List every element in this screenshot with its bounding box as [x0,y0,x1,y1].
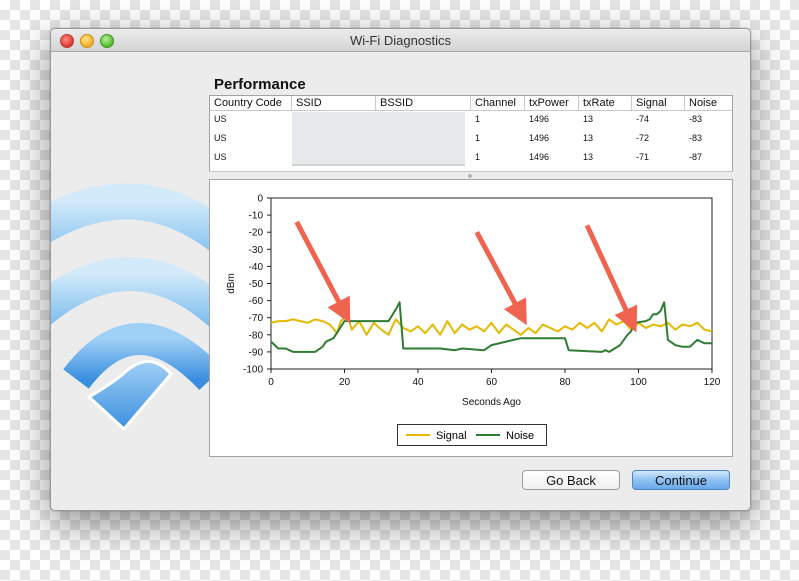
cell-noise: -83 [689,114,703,124]
y-tick-label: -100 [243,365,263,376]
cell-country: US [214,133,227,143]
cell-txrate: 13 [583,114,594,124]
x-axis-label: Seconds Ago [462,397,521,408]
wifi-icon [51,183,211,432]
table-header: Country Code SSID BSSID Channel txPower … [210,96,732,111]
y-tick-label: -80 [249,330,264,341]
column-signal[interactable]: Signal [632,96,685,110]
y-tick-label: -40 [249,262,264,273]
performance-table: Country Code SSID BSSID Channel txPower … [209,95,733,181]
chart-legend: Signal Noise [397,424,547,446]
x-tick-label: 80 [559,377,571,388]
redacted-ssid-bssid [292,112,465,166]
annotation-arrow-2 [474,231,527,326]
cell-signal: -74 [636,114,650,124]
x-tick-label: 60 [486,377,498,388]
y-tick-label: -30 [249,245,264,256]
cell-signal: -72 [636,133,650,143]
y-tick-label: -50 [249,279,264,290]
cell-txpower: 1496 [529,152,550,162]
cell-txrate: 13 [583,133,594,143]
plot-frame [270,197,713,370]
x-tick-label: 20 [339,377,351,388]
cell-txpower: 1496 [529,133,550,143]
y-axis-label: dBm [226,273,237,294]
column-bssid[interactable]: BSSID [376,96,471,110]
go-back-button[interactable]: Go Back [522,470,620,490]
cell-channel: 1 [475,133,481,143]
y-tick-label: -70 [249,313,264,324]
annotation-arrow-1 [294,220,351,324]
cell-noise: -83 [689,133,703,143]
cell-noise: -87 [689,152,703,162]
annotation-arrow-3 [584,224,638,333]
x-tick-label: 100 [630,377,647,388]
x-tick-label: 40 [412,377,424,388]
y-tick-label: -60 [249,296,264,307]
chart-panel: 0 -10 -20 -30 -40 -50 -60 -70 -80 -90 -100 0 20 40 60 8… [209,179,733,457]
y-tick-label: -20 [249,228,264,239]
window-title: Wi-Fi Diagnostics [349,33,452,48]
continue-button[interactable]: Continue [632,470,730,490]
splitter-handle-icon[interactable] [468,174,472,178]
wifi-diagnostics-window: Wi-Fi Diagnostics Performance Country Co… [50,28,751,511]
cell-country: US [214,114,227,124]
column-txpower[interactable]: txPower [525,96,579,110]
cell-txpower: 1496 [529,114,550,124]
cell-channel: 1 [475,114,481,124]
signal-noise-chart: 0 -10 -20 -30 -40 -50 -60 -70 -80 -90 -100 0 20 40 60 8… [226,194,721,409]
column-channel[interactable]: Channel [471,96,525,110]
performance-heading: Performance [214,76,306,93]
legend-signal-label: Signal [436,430,467,442]
column-txrate[interactable]: txRate [579,96,632,110]
y-tick-label: -10 [249,211,264,222]
column-ssid[interactable]: SSID [292,96,376,110]
title-bar: Wi-Fi Diagnostics [51,29,750,52]
column-country-code[interactable]: Country Code [210,96,292,110]
cell-signal: -71 [636,152,650,162]
cell-country: US [214,152,227,162]
x-tick-label: 0 [268,377,274,388]
y-tick-label: 0 [257,194,263,205]
legend-noise-label: Noise [506,430,534,442]
y-tick-label: -90 [249,347,264,358]
cell-txrate: 13 [583,152,594,162]
column-noise[interactable]: Noise [685,96,732,110]
cell-channel: 1 [475,152,481,162]
x-tick-label: 120 [704,377,721,388]
